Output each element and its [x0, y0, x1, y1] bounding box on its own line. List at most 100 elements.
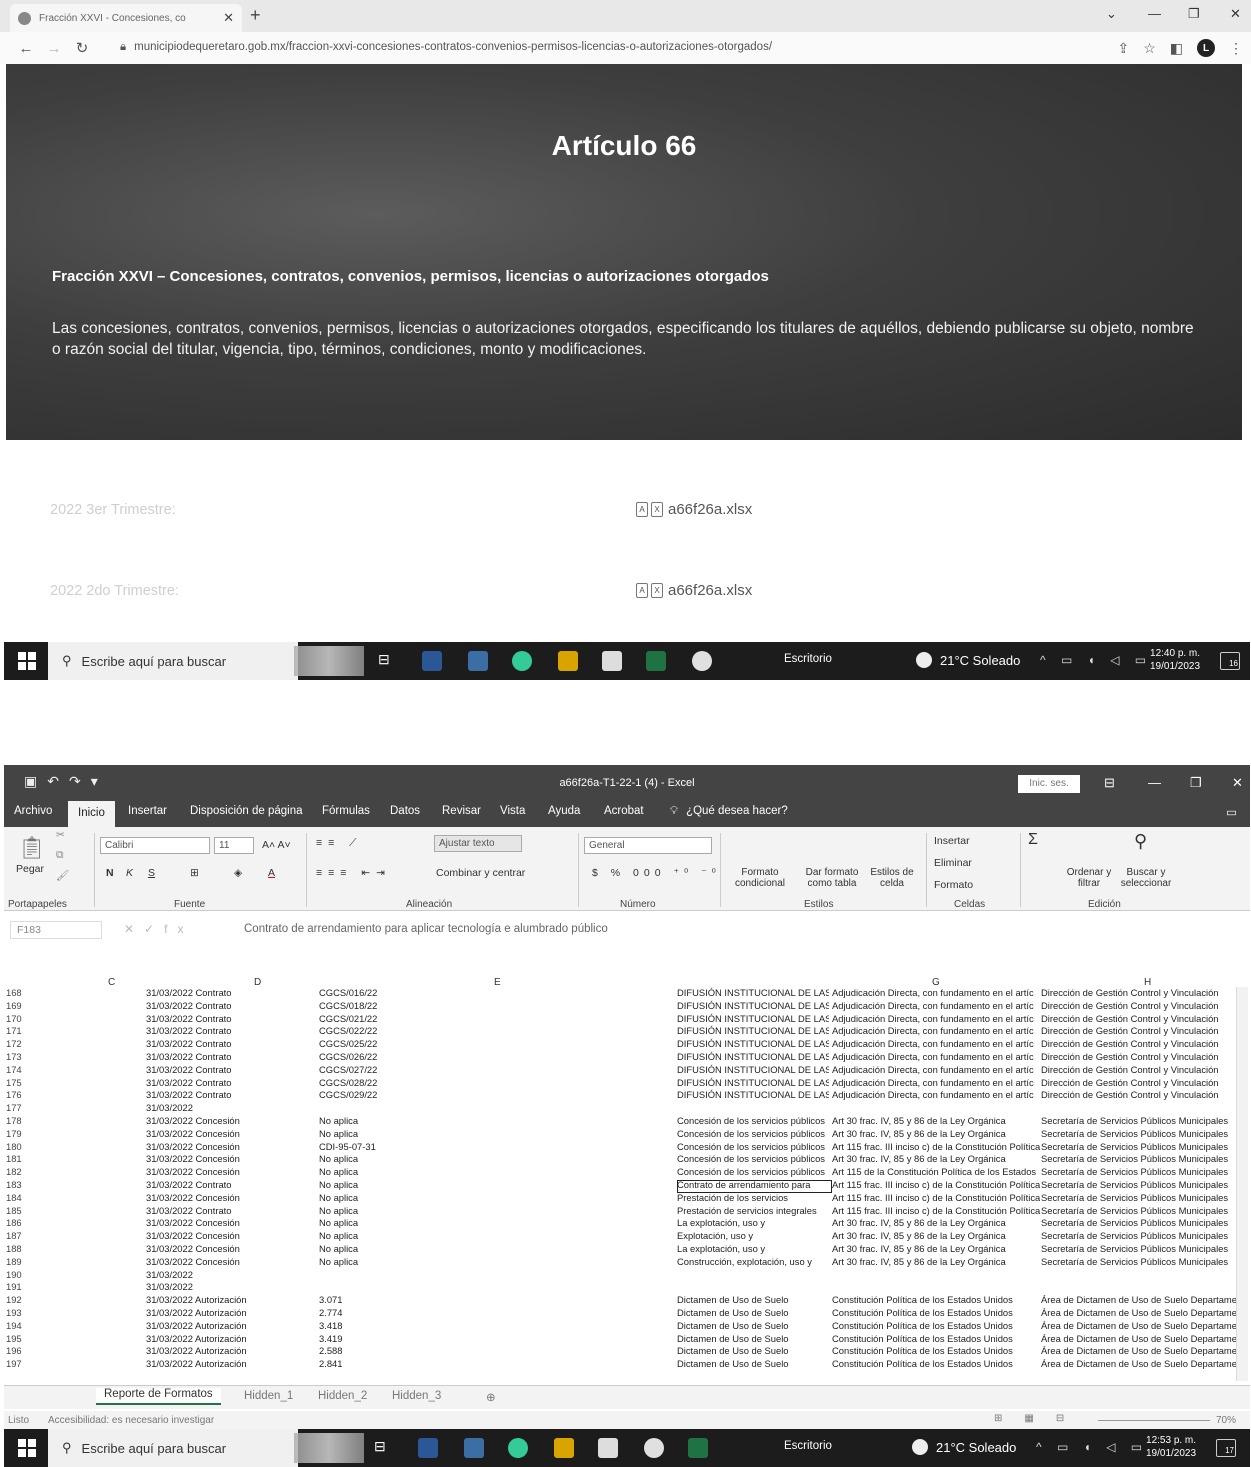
store-app-icon[interactable] — [598, 1438, 618, 1458]
cell-object[interactable]: Construcción, explotación, uso y — [677, 1256, 829, 1267]
cell-object[interactable]: Concesión de los servicios públicos — [677, 1115, 829, 1126]
number-format-icons[interactable]: $ % 000 ⁺⁰ ⁻⁰ — [592, 867, 721, 879]
cell-responsible-area[interactable]: Dirección de Gestión Control y Vinculaci… — [1041, 1013, 1236, 1024]
table-row[interactable]: 170 31/03/2022 Contrato CGCS/021/22 DIFUSIÓ… — [4, 1013, 1236, 1026]
autosum-icon[interactable]: Σ — [1028, 831, 1038, 849]
font-name-select[interactable]: Calibri — [100, 837, 210, 854]
url-field[interactable]: 🔒︎ municipiodequeretaro.gob.mx/fraccion-x… — [120, 41, 772, 54]
table-row[interactable]: 185 31/03/2022 Contrato No aplica Prestació… — [4, 1205, 1236, 1218]
paste-icon[interactable]: 📋︎ — [18, 835, 46, 861]
cell-number[interactable]: CGCS/025/22 — [319, 1038, 459, 1049]
increase-font-icon[interactable]: A˄ A˅ — [262, 839, 291, 851]
cell-legal-basis[interactable]: Art 30 frac. IV, 85 y 86 de la Ley Orgán… — [832, 1230, 1040, 1241]
name-box[interactable]: F183 — [10, 921, 102, 939]
cell-object[interactable]: Dictamen de Uso de Suelo — [677, 1358, 829, 1369]
cell-number[interactable]: CGCS/022/22 — [319, 1025, 459, 1036]
formula-input[interactable]: Contrato de arrendamiento para aplicar t… — [244, 923, 608, 935]
tab-inicio[interactable]: Inicio — [68, 801, 115, 827]
cell-object[interactable]: Dictamen de Uso de Suelo — [677, 1345, 829, 1356]
selected-cell-f183[interactable] — [677, 1180, 832, 1194]
pdf-file-icon[interactable]: A — [636, 502, 648, 517]
cell-legal-basis[interactable]: Adjudicación Directa, con fundamento en … — [832, 1089, 1040, 1100]
cell-responsible-area[interactable]: Dirección de Gestión Control y Vinculaci… — [1041, 1025, 1236, 1036]
cell-legal-basis[interactable]: Art 115 frac. III inciso c) de la Consti… — [832, 1141, 1040, 1152]
sheet-tab-hidden-1[interactable]: Hidden_1 — [244, 1390, 293, 1402]
cell-number[interactable]: 2.774 — [319, 1307, 459, 1318]
excel-file-icon[interactable]: X — [651, 583, 663, 598]
cell-legal-basis[interactable]: Constitución Política de los Estados Uni… — [832, 1307, 1040, 1318]
browser-tab[interactable]: Fracción XXVI - Concesiones, co ✕ — [10, 4, 242, 32]
sheet-tab-reporte[interactable]: Reporte de Formatos — [96, 1388, 221, 1405]
row-number[interactable]: 175 — [6, 1077, 30, 1088]
sign-in-button[interactable]: Inic. ses. — [1018, 775, 1080, 793]
format-cells-button[interactable]: Formato — [934, 879, 973, 891]
cell-number[interactable]: 2.841 — [319, 1358, 459, 1369]
cell-legal-basis[interactable]: Art 30 frac. IV, 85 y 86 de la Ley Orgán… — [832, 1256, 1040, 1267]
underline-button[interactable]: S — [148, 867, 155, 879]
cell-date-type[interactable]: 31/03/2022 Autorización — [146, 1320, 321, 1331]
close-window-icon[interactable]: ✕ — [1230, 6, 1241, 22]
table-row[interactable]: 183 31/03/2022 Contrato No aplica Contrato … — [4, 1179, 1236, 1192]
row-number[interactable]: 169 — [6, 1000, 30, 1011]
cell-responsible-area[interactable]: Dirección de Gestión Control y Vinculaci… — [1041, 1051, 1236, 1062]
sheet-tab-hidden-2[interactable]: Hidden_2 — [318, 1390, 367, 1402]
cell-legal-basis[interactable]: Adjudicación Directa, con fundamento en … — [832, 1013, 1040, 1024]
cut-icon[interactable]: ✂ — [56, 829, 65, 841]
maximize-icon[interactable]: ❐ — [1190, 775, 1202, 791]
tab-disposicion[interactable]: Disposición de página — [190, 805, 303, 817]
table-row[interactable]: 194 31/03/2022 Autorización 3.418 Dictamen … — [4, 1320, 1236, 1333]
cell-legal-basis[interactable]: Art 30 frac. IV, 85 y 86 de la Ley Orgán… — [832, 1115, 1040, 1126]
cell-responsible-area[interactable]: Secretaría de Servicios Públicos Municip… — [1041, 1128, 1236, 1139]
table-row[interactable]: 193 31/03/2022 Autorización 2.774 Dictamen … — [4, 1307, 1236, 1320]
cell-date-type[interactable]: 31/03/2022 Concesión — [146, 1217, 321, 1228]
weather-widget[interactable]: 21°C Soleado — [916, 652, 1020, 668]
cell-number[interactable]: No aplica — [319, 1115, 459, 1126]
cell-number[interactable]: No aplica — [319, 1217, 459, 1228]
cell-date-type[interactable]: 31/03/2022 Contrato — [146, 1179, 321, 1190]
row-number[interactable]: 194 — [6, 1320, 30, 1331]
cell-legal-basis[interactable]: Art 30 frac. IV, 85 y 86 de la Ley Orgán… — [832, 1153, 1040, 1164]
table-row[interactable]: 175 31/03/2022 Contrato CGCS/028/22 DIFUSIÓ… — [4, 1077, 1236, 1090]
cell-number[interactable]: CGCS/021/22 — [319, 1013, 459, 1024]
cell-number[interactable]: No aplica — [319, 1256, 459, 1267]
cell-number[interactable]: 3.418 — [319, 1320, 459, 1331]
cell-number[interactable]: No aplica — [319, 1230, 459, 1241]
pdf-file-icon[interactable]: A — [636, 583, 648, 598]
chrome-app-icon[interactable] — [644, 1438, 664, 1458]
row-number[interactable]: 182 — [6, 1166, 30, 1177]
cell-legal-basis[interactable]: Art 115 de la Constitución Política de l… — [832, 1166, 1040, 1177]
cell-object[interactable]: Concesión de los servicios públicos — [677, 1128, 829, 1139]
cell-legal-basis[interactable]: Adjudicación Directa, con fundamento en … — [832, 1077, 1040, 1088]
cell-date-type[interactable]: 31/03/2022 Concesión — [146, 1243, 321, 1254]
formula-bar-icons[interactable]: ✕✓fx — [124, 922, 193, 936]
cell-date-type[interactable]: 31/03/2022 Contrato — [146, 1077, 321, 1088]
table-row[interactable]: 196 31/03/2022 Autorización 2.588 Dictamen … — [4, 1345, 1236, 1358]
cell-legal-basis[interactable]: Adjudicación Directa, con fundamento en … — [832, 1064, 1040, 1075]
row-number[interactable]: 185 — [6, 1205, 30, 1216]
zoom-level[interactable]: 70% — [1216, 1415, 1236, 1426]
task-view-icon[interactable]: ⊟ — [378, 651, 398, 671]
cell-legal-basis[interactable]: Art 30 frac. IV, 85 y 86 de la Ley Orgán… — [832, 1217, 1040, 1228]
outlook-app-icon[interactable] — [468, 651, 488, 671]
cell-responsible-area[interactable]: Área de Dictamen de Uso de Suelo Departa… — [1041, 1345, 1236, 1356]
cell-object[interactable]: Concesión de los servicios públicos — [677, 1141, 829, 1152]
table-row[interactable]: 181 31/03/2022 Concesión No aplica Concesió… — [4, 1153, 1236, 1166]
cell-object[interactable]: DIFUSIÓN INSTITUCIONAL DE LAS C — [677, 1000, 829, 1011]
cell-responsible-area[interactable]: Dirección de Gestión Control y Vinculaci… — [1041, 1000, 1236, 1011]
table-row[interactable]: 177 31/03/2022 — [4, 1102, 1236, 1115]
cell-legal-basis[interactable]: Adjudicación Directa, con fundamento en … — [832, 1025, 1040, 1036]
cell-number[interactable]: No aplica — [319, 1243, 459, 1254]
tab-acrobat[interactable]: Acrobat — [604, 805, 644, 817]
tab-vista[interactable]: Vista — [500, 805, 525, 817]
side-panel-icon[interactable]: ◧ — [1170, 40, 1183, 57]
cell-object[interactable]: DIFUSIÓN INSTITUCIONAL DE LAS C — [677, 1025, 829, 1036]
table-row[interactable]: 195 31/03/2022 Autorización 3.419 Dictamen … — [4, 1333, 1236, 1346]
tab-archivo[interactable]: Archivo — [14, 805, 52, 817]
cell-object[interactable]: Prestación de servicios integrales — [677, 1205, 829, 1216]
cell-legal-basis[interactable]: Art 30 frac. IV, 85 y 86 de la Ley Orgán… — [832, 1128, 1040, 1139]
cell-date-type[interactable]: 31/03/2022 — [146, 1281, 321, 1292]
row-number[interactable]: 170 — [6, 1013, 30, 1024]
cell-legal-basis[interactable]: Constitución Política de los Estados Uni… — [832, 1358, 1040, 1369]
cell-responsible-area[interactable]: Dirección de Gestión Control y Vinculaci… — [1041, 1064, 1236, 1075]
tab-search-icon[interactable]: ⌄ — [1106, 6, 1117, 22]
